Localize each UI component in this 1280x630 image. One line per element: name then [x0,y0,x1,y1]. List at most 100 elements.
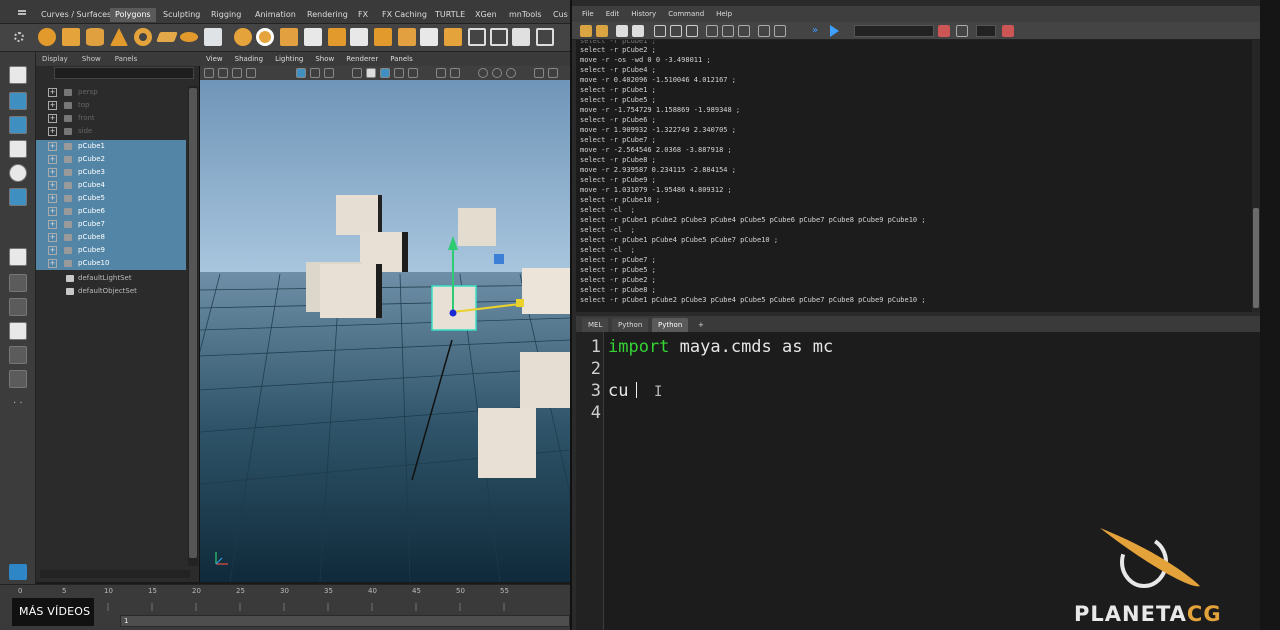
tab-python-1[interactable]: Python [612,318,649,332]
cube[interactable] [458,208,496,246]
tab-mel[interactable]: MEL [582,318,609,332]
outliner-row-side[interactable]: + side [36,125,186,138]
cube[interactable] [522,268,570,314]
cube[interactable] [478,408,536,478]
poly-cylinder-icon[interactable] [86,28,104,46]
expand-icon[interactable]: + [48,207,57,216]
cube[interactable] [320,264,376,318]
viewport-menu-shading[interactable]: Shading [235,55,263,63]
shelf-tab-fx-caching[interactable]: FX Caching [377,8,432,22]
show-history-icon[interactable] [706,25,718,37]
se-menu-help[interactable]: Help [716,10,732,18]
expand-icon[interactable]: + [48,181,57,190]
outliner-row-pcube10[interactable]: + pCube10 [36,257,186,270]
image-plane-icon[interactable] [246,68,256,78]
exposure-icon[interactable] [534,68,544,78]
gear-icon[interactable] [14,32,24,42]
range-slider[interactable] [120,615,570,627]
bridge-icon[interactable] [350,28,368,46]
pivot-icon[interactable] [449,309,457,317]
shelf-tab-animation[interactable]: Animation [250,8,301,22]
expand-icon[interactable]: + [48,194,57,203]
layout-persp-outliner-icon[interactable] [9,298,27,316]
outliner-row-pcube5[interactable]: + pCube5 [36,192,186,205]
shelf-tab-mntools[interactable]: mnTools [504,8,547,22]
clear-input-icon[interactable] [670,25,682,37]
goto-line-icon[interactable] [956,25,968,37]
grid-toggle-icon[interactable] [296,68,306,78]
paint-select-tool-icon[interactable] [9,116,27,134]
outliner-row-front[interactable]: + front [36,112,186,125]
menu-icon[interactable] [18,10,26,12]
history-scrollbar[interactable] [1252,40,1260,312]
outliner-row-pcube8[interactable]: + pCube8 [36,231,186,244]
outliner-row-pcube4[interactable]: + pCube4 [36,179,186,192]
bevel-icon[interactable] [398,28,416,46]
xray-icon[interactable] [436,68,446,78]
history-pane[interactable]: select -r pCube1 ; select -r pCube2 ; mo… [576,40,1260,312]
outliner-row-pcube2[interactable]: + pCube2 [36,153,186,166]
outliner-scroll-thumb[interactable] [189,88,197,558]
line-numbers-icon[interactable] [774,25,786,37]
viewport-menu-lighting[interactable]: Lighting [275,55,303,63]
layout-hypershade-icon[interactable] [9,346,27,364]
expand-icon[interactable]: + [48,114,57,123]
outliner-row-pcube7[interactable]: + pCube7 [36,218,186,231]
bookmark-icon[interactable] [232,68,242,78]
goto-icon[interactable] [1002,25,1014,37]
expand-icon[interactable]: + [48,101,57,110]
clear-all-icon[interactable] [686,25,698,37]
platonic-icon[interactable] [204,28,222,46]
poly-torus-icon[interactable] [134,28,152,46]
multicut-icon[interactable] [468,28,486,46]
history-scroll-thumb[interactable] [1253,208,1259,308]
resolution-gate-icon[interactable] [324,68,334,78]
poly-cube-icon[interactable] [62,28,80,46]
outliner-row-top[interactable]: + top [36,99,186,112]
separate-icon[interactable] [256,28,274,46]
show-input-icon[interactable] [722,25,734,37]
show-both-icon[interactable] [738,25,750,37]
select-tool-icon[interactable] [9,66,27,84]
expand-icon[interactable]: + [48,168,57,177]
outliner-row-persp[interactable]: + persp [36,86,186,99]
combine-icon[interactable] [234,28,252,46]
wireframe-icon[interactable] [352,68,362,78]
outliner-row-default-light-set[interactable]: defaultLightSet [36,272,186,285]
shelf-tab-fx[interactable]: FX [353,8,373,22]
outliner-row-pcube9[interactable]: + pCube9 [36,244,186,257]
extrude-icon[interactable] [374,28,392,46]
single-view-icon[interactable] [9,248,27,266]
add-tab-button[interactable]: + [692,318,710,332]
mirror-icon[interactable] [536,28,554,46]
tab-python-2[interactable]: Python [652,318,689,332]
cube[interactable] [520,352,570,408]
script-input-pane[interactable]: 1 2 3 4 import maya.cmds as mc cu I PLAN… [576,332,1260,630]
search-icon[interactable] [938,25,950,37]
expand-icon[interactable]: + [48,88,57,97]
viewport-scene[interactable] [200,80,570,582]
plane-handle-icon[interactable] [494,254,504,264]
se-menu-command[interactable]: Command [668,10,704,18]
lights-icon[interactable] [394,68,404,78]
uv-icon[interactable] [512,28,530,46]
move-tool-icon[interactable] [9,140,27,158]
expand-icon[interactable]: + [48,259,57,268]
smooth-icon[interactable] [304,28,322,46]
se-menu-file[interactable]: File [582,10,594,18]
poly-disc-icon[interactable] [180,32,198,42]
open-script-icon[interactable] [580,25,592,37]
append-icon[interactable] [420,28,438,46]
shelf-tab-sculpting[interactable]: Sculpting [158,8,205,22]
expand-icon[interactable]: + [48,233,57,242]
textured-icon[interactable] [380,68,390,78]
shadows-icon[interactable] [408,68,418,78]
outliner-menu-display[interactable]: Display [42,55,68,63]
more-tools-icon[interactable]: · · [13,398,23,409]
outliner-row-pcube3[interactable]: + pCube3 [36,166,186,179]
line-number-input[interactable] [976,25,996,37]
poly-sphere-icon[interactable] [38,28,56,46]
ambient-occlusion-icon[interactable] [478,68,488,78]
edgeloop-icon[interactable] [490,28,508,46]
expand-icon[interactable]: + [48,155,57,164]
